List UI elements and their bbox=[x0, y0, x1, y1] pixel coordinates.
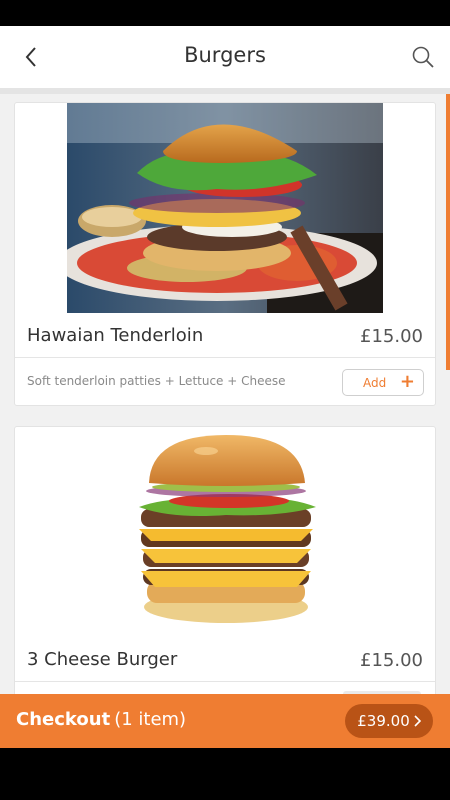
top-header: Burgers bbox=[0, 26, 450, 88]
checkout-text: Checkout bbox=[16, 709, 111, 730]
navigation-bar bbox=[0, 748, 450, 800]
chevron-right-icon bbox=[414, 715, 421, 727]
item-name: 3 Cheese Burger bbox=[27, 649, 178, 670]
item-price: £15.00 bbox=[360, 326, 423, 347]
search-icon bbox=[412, 46, 434, 68]
card-divider bbox=[15, 357, 435, 358]
app-screen: Burgers Hawaian Tenderloin £15.00 Soft t… bbox=[0, 26, 450, 748]
cart-item-count: (1 item) bbox=[114, 709, 187, 730]
item-price: £15.00 bbox=[360, 650, 423, 671]
menu-item-card[interactable]: Hawaian Tenderloin £15.00 Soft tenderloi… bbox=[14, 102, 436, 406]
add-button-label: Add bbox=[363, 376, 387, 390]
header-divider bbox=[0, 88, 450, 94]
checkout-total: £39.00 bbox=[357, 712, 410, 730]
plus-icon: + bbox=[399, 371, 415, 392]
search-button[interactable] bbox=[408, 42, 438, 72]
scroll-indicator bbox=[446, 94, 450, 370]
hawaiian-burger-photo bbox=[67, 103, 383, 313]
checkout-bar[interactable]: Checkout (1 item) £39.00 bbox=[0, 694, 450, 748]
checkout-label: Checkout (1 item) bbox=[16, 709, 186, 730]
status-bar bbox=[0, 0, 450, 26]
item-description: Soft tenderloin patties + Lettuce + Chee… bbox=[27, 374, 286, 388]
checkout-total-button[interactable]: £39.00 bbox=[345, 704, 433, 738]
card-divider bbox=[15, 681, 435, 682]
page-title: Burgers bbox=[184, 43, 266, 67]
item-name: Hawaian Tenderloin bbox=[27, 325, 204, 346]
cheese-burger-photo bbox=[111, 431, 341, 631]
add-button[interactable]: Add + bbox=[342, 369, 424, 396]
